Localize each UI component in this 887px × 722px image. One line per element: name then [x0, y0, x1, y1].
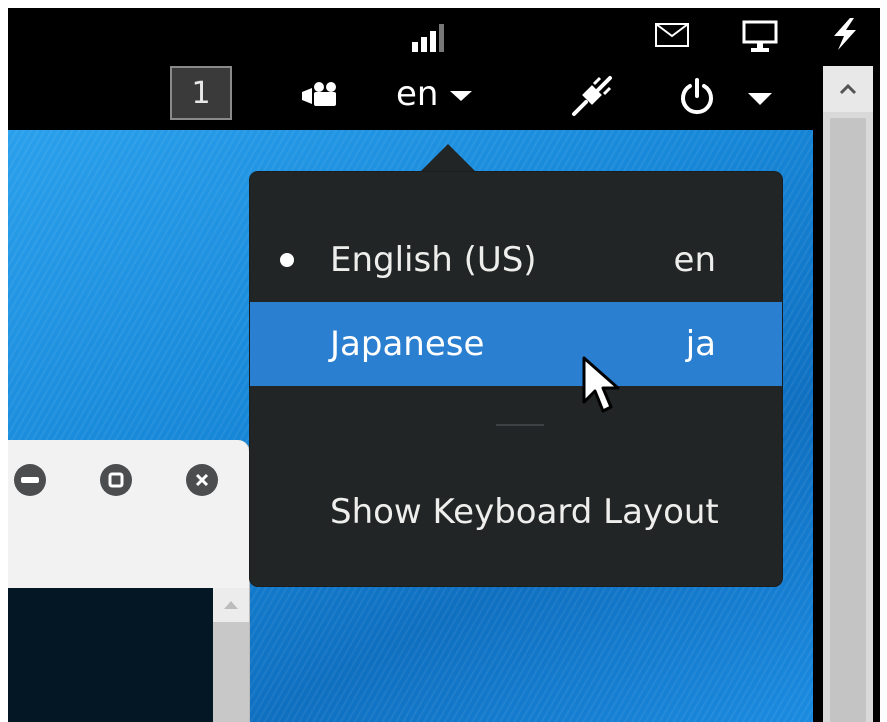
menu-item-japanese[interactable]: Japanese ja	[250, 302, 782, 386]
language-code: en	[396, 74, 439, 114]
minimize-icon	[21, 477, 39, 483]
window-scroll-up-button[interactable]	[213, 588, 249, 622]
power-icon[interactable]	[678, 78, 716, 120]
close-button[interactable]	[186, 464, 218, 496]
menu-item-code: ja	[685, 324, 716, 364]
maximize-button[interactable]	[100, 464, 132, 496]
menu-item-english[interactable]: English (US) en	[250, 218, 782, 302]
menu-separator	[496, 424, 544, 426]
menu-item-code: en	[673, 240, 716, 280]
close-icon	[195, 473, 209, 487]
scroll-up-button[interactable]	[823, 66, 873, 112]
window-scrollbar[interactable]	[213, 588, 249, 722]
mouse-pointer-icon	[582, 356, 620, 413]
menu-pointer-arrow	[418, 144, 478, 174]
power-bolt-icon[interactable]	[830, 18, 860, 54]
application-window	[8, 440, 250, 722]
chevron-up-icon	[839, 83, 857, 95]
screen: 1 en English (US) en Japanese ja Show Ke…	[8, 8, 880, 722]
minimize-button[interactable]	[14, 464, 46, 496]
maximize-icon	[108, 472, 124, 488]
camera-icon[interactable]	[300, 80, 340, 114]
scrollbar-thumb[interactable]	[830, 118, 866, 722]
display-icon[interactable]	[742, 20, 778, 58]
top-panel: 1 en	[8, 8, 880, 130]
workspace-number: 1	[191, 75, 211, 111]
signal-icon[interactable]	[410, 22, 446, 58]
triangle-up-icon	[224, 601, 238, 609]
menu-item-label: Show Keyboard Layout	[330, 492, 719, 532]
workspace-indicator[interactable]: 1	[170, 66, 232, 120]
language-indicator-button[interactable]: en	[396, 68, 473, 120]
menu-item-label: English (US)	[330, 240, 537, 280]
menu-item-label: Japanese	[330, 324, 485, 364]
active-indicator-dot	[280, 253, 294, 267]
language-menu: English (US) en Japanese ja Show Keyboar…	[250, 172, 782, 586]
dropdown-caret-icon	[450, 91, 473, 101]
network-wired-icon[interactable]	[570, 74, 614, 122]
system-menu-caret-icon[interactable]	[748, 92, 772, 111]
mail-icon[interactable]	[654, 22, 690, 52]
show-keyboard-layout-item[interactable]: Show Keyboard Layout	[250, 470, 782, 554]
vertical-scrollbar[interactable]	[813, 58, 880, 722]
